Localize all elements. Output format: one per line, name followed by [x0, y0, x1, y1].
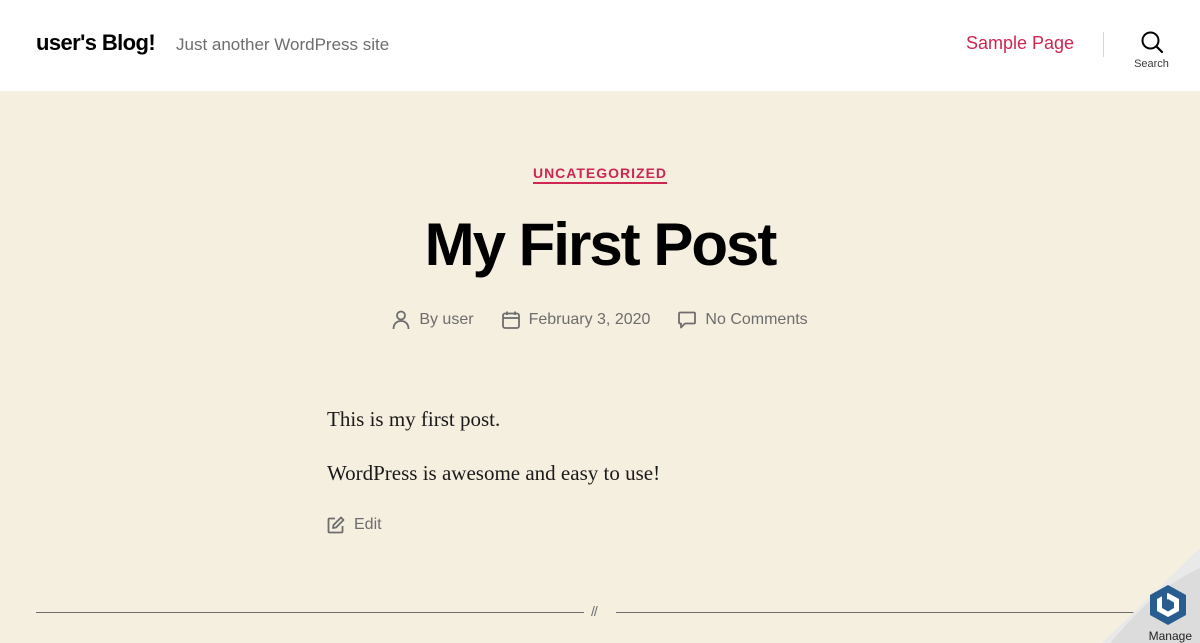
site-tagline: Just another WordPress site: [176, 35, 390, 54]
site-header: user's Blog! Just another WordPress site…: [0, 0, 1200, 91]
search-label: Search: [1134, 58, 1169, 70]
post-date-label: February 3, 2020: [528, 311, 651, 328]
edit-icon: [327, 516, 345, 534]
manage-badge[interactable]: Manage: [1102, 548, 1200, 643]
nav-divider: [1103, 32, 1104, 57]
site-title[interactable]: user's Blog!: [36, 30, 156, 56]
post-paragraph: WordPress is awesome and easy to use!: [327, 461, 661, 486]
post-category: UNCATEGORIZED: [0, 165, 1200, 184]
edit-post-link[interactable]: Edit: [327, 516, 382, 534]
comment-icon: [678, 311, 697, 329]
edit-label: Edit: [354, 516, 382, 533]
calendar-icon: [501, 311, 520, 329]
manage-logo-icon: [1150, 585, 1186, 625]
post-date[interactable]: February 3, 2020: [501, 310, 651, 330]
post-comments[interactable]: No Comments: [678, 310, 808, 330]
post-author-label: By user: [419, 311, 474, 328]
post-meta: By user February 3, 2020 No Comments: [0, 310, 1200, 330]
post-content: This is my first post. WordPress is awes…: [327, 406, 887, 515]
nav-item-sample-page[interactable]: Sample Page: [966, 33, 1074, 54]
search-icon: [1141, 31, 1163, 54]
separator-line-left: [36, 612, 584, 613]
separator-mark: //: [591, 603, 598, 619]
post-comments-label: No Comments: [705, 311, 808, 328]
post-paragraph: This is my first post.: [327, 407, 501, 431]
search-toggle-button[interactable]: Search: [1124, 30, 1179, 80]
separator-line-right: [616, 612, 1164, 613]
person-icon: [392, 310, 410, 330]
post-separator: //: [36, 603, 1164, 619]
manage-label: Manage: [1148, 629, 1192, 643]
post-title: My First Post: [424, 211, 778, 278]
post-author[interactable]: By user: [392, 310, 474, 330]
category-link[interactable]: UNCATEGORIZED: [532, 165, 668, 184]
